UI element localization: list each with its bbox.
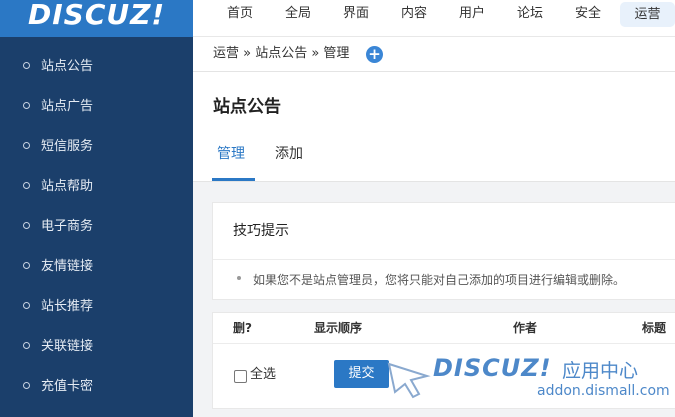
sidebar-item-related-links[interactable]: 关联链接 bbox=[0, 327, 193, 367]
breadcrumb[interactable]: 运营 » 站点公告 » 管理 bbox=[213, 45, 349, 63]
sidebar-item-sms[interactable]: 短信服务 bbox=[0, 127, 193, 167]
top-navigation: 首页 全局 界面 内容 用户 论坛 安全 运营 bbox=[193, 0, 675, 37]
nav-content[interactable]: 内容 bbox=[395, 0, 433, 27]
circle-bullet-icon bbox=[23, 262, 30, 269]
sidebar-item-ecommerce[interactable]: 电子商务 bbox=[0, 207, 193, 247]
circle-bullet-icon bbox=[23, 342, 30, 349]
page-title: 站点公告 bbox=[213, 97, 281, 117]
nav-home[interactable]: 首页 bbox=[221, 0, 259, 27]
circle-bullet-icon bbox=[23, 382, 30, 389]
sidebar-item-ads[interactable]: 站点广告 bbox=[0, 87, 193, 127]
sidebar-item-links[interactable]: 友情链接 bbox=[0, 247, 193, 287]
divider bbox=[213, 259, 675, 260]
tips-title: 技巧提示 bbox=[233, 223, 289, 239]
column-header-delete: 删? bbox=[233, 321, 252, 335]
sidebar-item-label: 关联链接 bbox=[41, 339, 94, 354]
circle-bullet-icon bbox=[23, 102, 30, 109]
tips-text: 如果您不是站点管理员，您将只能对自己添加的项目进行编辑或删除。 bbox=[253, 273, 626, 287]
discuz-logo: DISCUZ! bbox=[28, 0, 166, 31]
column-header-author: 作者 bbox=[513, 321, 538, 335]
column-header-order: 显示顺序 bbox=[314, 321, 363, 335]
sidebar-item-label: 站点广告 bbox=[41, 99, 94, 114]
circle-bullet-icon bbox=[23, 222, 30, 229]
bullet-icon bbox=[237, 276, 241, 280]
select-all-label[interactable]: 全选 bbox=[250, 367, 276, 383]
sidebar-item-label: 短信服务 bbox=[41, 139, 94, 154]
nav-user[interactable]: 用户 bbox=[453, 0, 491, 27]
table-header: 删? 显示顺序 作者 标题 bbox=[213, 313, 675, 344]
page-header: 站点公告 管理 添加 bbox=[193, 72, 675, 182]
circle-bullet-icon bbox=[23, 182, 30, 189]
sidebar-item-announcement[interactable]: 站点公告 bbox=[0, 47, 193, 87]
tab-manage[interactable]: 管理 bbox=[217, 144, 245, 164]
nav-style[interactable]: 界面 bbox=[337, 0, 375, 27]
sidebar-item-label: 电子商务 bbox=[41, 219, 94, 234]
watermark: DISCUZ! 应用中心 addon.dismall.com bbox=[385, 354, 675, 404]
nav-operation[interactable]: 运营 bbox=[620, 2, 675, 27]
tips-panel: 技巧提示 如果您不是站点管理员，您将只能对自己添加的项目进行编辑或删除。 bbox=[212, 202, 675, 300]
submit-button[interactable]: 提交 bbox=[334, 360, 389, 388]
active-tab-indicator bbox=[212, 178, 255, 181]
circle-bullet-icon bbox=[23, 142, 30, 149]
sidebar-item-label: 充值卡密 bbox=[41, 379, 94, 394]
sidebar-item-label: 友情链接 bbox=[41, 259, 94, 274]
sidebar-item-help[interactable]: 站点帮助 bbox=[0, 167, 193, 207]
logo-bar[interactable]: DISCUZ! bbox=[0, 0, 193, 37]
sidebar-item-recommend[interactable]: 站长推荐 bbox=[0, 287, 193, 327]
breadcrumb-bar: 运营 » 站点公告 » 管理 + bbox=[193, 37, 675, 72]
nav-security[interactable]: 安全 bbox=[569, 0, 607, 27]
sidebar-item-label: 站点帮助 bbox=[41, 179, 94, 194]
select-all-checkbox[interactable] bbox=[234, 370, 247, 383]
sidebar-item-recharge-card[interactable]: 充值卡密 bbox=[0, 367, 193, 407]
plus-circle-icon[interactable]: + bbox=[366, 46, 383, 63]
sidebar-item-label: 站点公告 bbox=[41, 59, 94, 74]
sidebar-item-label: 站长推荐 bbox=[41, 299, 94, 314]
tab-add[interactable]: 添加 bbox=[275, 144, 303, 164]
watermark-center: 应用中心 bbox=[562, 360, 639, 382]
watermark-url: addon.dismall.com bbox=[537, 383, 670, 399]
cursor-arrow-icon bbox=[387, 362, 431, 399]
circle-bullet-icon bbox=[23, 302, 30, 309]
column-header-title: 标题 bbox=[642, 321, 667, 335]
nav-forum[interactable]: 论坛 bbox=[511, 0, 549, 27]
circle-bullet-icon bbox=[23, 62, 30, 69]
sidebar: 站点公告 站点广告 短信服务 站点帮助 电子商务 友情链接 站长推荐 关联链接 … bbox=[0, 37, 193, 417]
nav-global[interactable]: 全局 bbox=[279, 0, 317, 27]
watermark-brand: DISCUZ! bbox=[433, 354, 552, 382]
